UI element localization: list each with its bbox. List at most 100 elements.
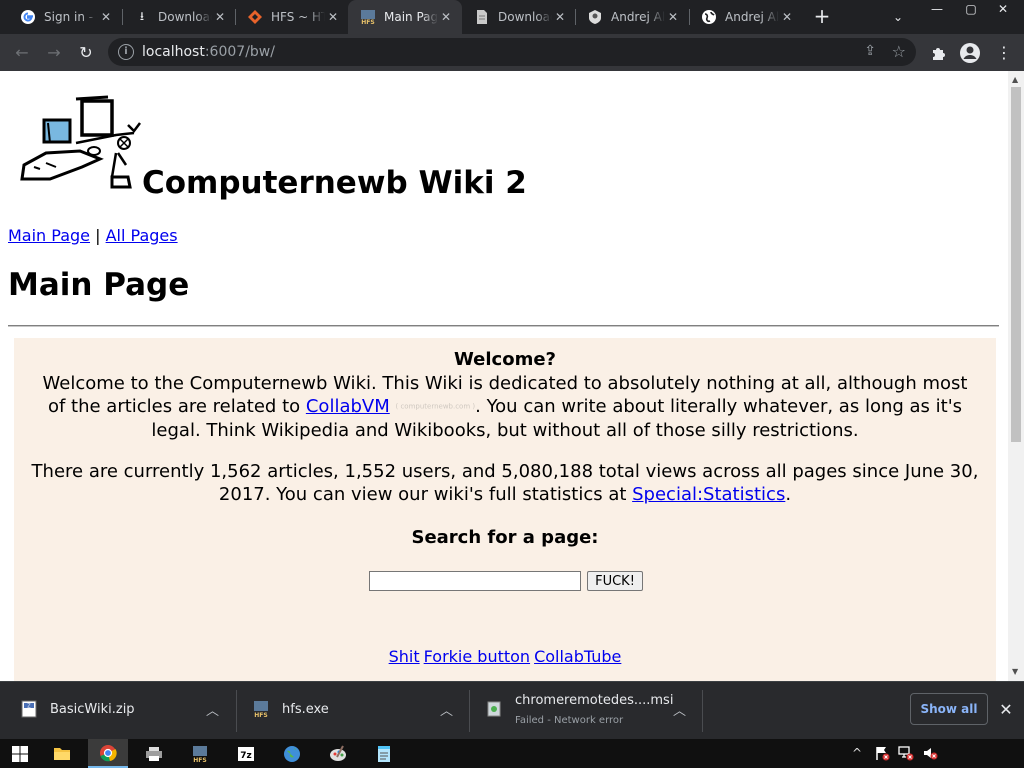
badge-icon xyxy=(587,9,603,25)
share-icon[interactable]: ⇪ xyxy=(864,43,876,59)
svg-text:HFS: HFS xyxy=(254,712,267,718)
start-icon[interactable] xyxy=(0,739,40,768)
tab-title: Andrej Aleksandrov xyxy=(611,10,665,24)
google-icon xyxy=(20,9,36,25)
search-input[interactable] xyxy=(369,571,581,591)
tab-search-icon[interactable]: ⌄ xyxy=(888,7,908,27)
taskbar: HFS 7z ^ xyxy=(0,739,1024,768)
menu-icon[interactable]: ⋮ xyxy=(990,39,1018,67)
paint-icon[interactable] xyxy=(318,739,358,768)
footer-links: Shit Forkie button CollabTube xyxy=(14,645,996,668)
link-collabtube[interactable]: CollabTube xyxy=(534,647,621,666)
tab-sign-in[interactable]: Sign in - Google Accounts ✕ xyxy=(8,0,122,34)
wiki-logo xyxy=(20,95,141,189)
bookmark-star-icon[interactable]: ☆ xyxy=(892,42,906,61)
chevron-up-icon[interactable]: ︿ xyxy=(206,700,219,719)
download-status: Failed - Network error xyxy=(515,715,624,726)
tab-downloads[interactable]: ⭳ Downloads ✕ xyxy=(122,0,236,34)
download-item-hfs[interactable]: HFS hfs.exe ︿ xyxy=(252,682,462,740)
scroll-up-icon[interactable]: ▲ xyxy=(1012,75,1018,84)
forward-button[interactable]: → xyxy=(40,39,68,67)
globe-icon xyxy=(701,9,717,25)
profile-avatar-icon[interactable] xyxy=(956,39,984,67)
close-window-button[interactable]: ✕ xyxy=(986,0,1020,18)
network-icon[interactable] xyxy=(898,745,914,764)
scroll-down-icon[interactable]: ▼ xyxy=(1012,667,1018,676)
tab-title: Sign in - Google Accounts xyxy=(44,10,98,24)
svg-text:HFS: HFS xyxy=(193,757,206,763)
file-explorer-icon[interactable] xyxy=(42,739,82,768)
search-title: Search for a page: xyxy=(411,527,599,548)
globe-icon[interactable] xyxy=(272,739,312,768)
stats-paragraph: There are currently 1,562 articles, 1,55… xyxy=(31,461,979,505)
maximize-button[interactable]: ▢ xyxy=(954,0,988,18)
collabvm-link[interactable]: CollabVM xyxy=(306,396,390,417)
address-url[interactable]: localhost:6007/bw/ xyxy=(142,44,275,60)
printer-icon[interactable] xyxy=(134,739,174,768)
tab-title: Downloads xyxy=(498,10,552,24)
chevron-up-icon[interactable]: ︿ xyxy=(440,700,453,719)
close-icon[interactable]: ✕ xyxy=(779,9,795,25)
close-icon[interactable]: ✕ xyxy=(552,9,568,25)
scrollbar-thumb[interactable] xyxy=(1011,87,1021,442)
tab-strip: Sign in - Google Accounts ✕ ⭳ Downloads … xyxy=(0,0,1024,34)
tab-title: Main Page xyxy=(384,10,438,24)
7zip-icon[interactable]: 7z xyxy=(226,739,266,768)
tab-hfs[interactable]: HFS ~ HTTP File Server ✕ xyxy=(235,0,349,34)
tab-title: Andrej Aleksandrov xyxy=(725,10,779,24)
tab-andrej-2[interactable]: Andrej Aleksandrov ✕ xyxy=(689,0,803,34)
site-info-icon[interactable]: i xyxy=(118,44,134,60)
download-item-chromeremotedesktop[interactable]: chromeremotedes....msi Failed - Network … xyxy=(485,682,695,740)
action-center-flag-icon[interactable] xyxy=(874,745,890,764)
new-tab-button[interactable]: + xyxy=(810,5,834,29)
download-name: BasicWiki.zip xyxy=(50,702,135,717)
welcome-box: Welcome? Welcome to the Computernewb Wik… xyxy=(14,338,996,681)
minimize-button[interactable]: — xyxy=(920,0,954,18)
nav-main-page-link[interactable]: Main Page xyxy=(8,226,90,245)
installer-icon xyxy=(485,700,503,720)
close-icon[interactable]: ✕ xyxy=(325,9,341,25)
download-name: chromeremotedes....msi xyxy=(515,693,674,708)
reload-button[interactable]: ↻ xyxy=(72,39,100,67)
volume-muted-icon[interactable] xyxy=(922,745,938,764)
tab-downloads-2[interactable]: Downloads ✕ xyxy=(462,0,576,34)
extensions-icon[interactable] xyxy=(924,39,952,67)
svg-text:HFS: HFS xyxy=(361,19,374,25)
link-forkie-button[interactable]: Forkie button xyxy=(424,647,530,666)
chevron-up-icon[interactable]: ︿ xyxy=(673,700,686,719)
close-icon[interactable]: ✕ xyxy=(212,9,228,25)
tray-chevron-up-icon[interactable]: ^ xyxy=(852,746,862,760)
tab-andrej-1[interactable]: Andrej Aleksandrov ✕ xyxy=(575,0,689,34)
zip-icon: Z xyxy=(20,700,38,720)
page-scrollbar[interactable]: ▲ ▼ xyxy=(1008,71,1024,681)
close-icon[interactable]: ✕ xyxy=(996,700,1016,720)
nav-all-pages-link[interactable]: All Pages xyxy=(106,226,178,245)
nav-separator: | xyxy=(95,226,101,245)
notepad-icon[interactable] xyxy=(364,739,404,768)
hfs-icon: HFS xyxy=(360,9,376,25)
tab-title: Downloads xyxy=(158,10,212,24)
close-icon[interactable]: ✕ xyxy=(665,9,681,25)
show-all-button[interactable]: Show all xyxy=(910,693,988,725)
collabvm-url-note: ( computernewb.com ) xyxy=(395,402,476,411)
page-viewport: Computernewb Wiki 2 Main Page | All Page… xyxy=(0,71,1008,681)
statistics-link[interactable]: Special:Statistics xyxy=(632,484,785,505)
svg-text:7z: 7z xyxy=(240,751,252,761)
chrome-icon[interactable] xyxy=(88,739,128,768)
welcome-title: Welcome? xyxy=(453,349,557,370)
hfs-icon[interactable]: HFS xyxy=(180,739,220,768)
link-shit[interactable]: Shit xyxy=(389,647,420,666)
close-icon[interactable]: ✕ xyxy=(438,9,454,25)
back-button[interactable]: ← xyxy=(8,39,36,67)
download-item-basicwiki[interactable]: Z BasicWiki.zip ︿ xyxy=(20,682,230,740)
tab-main-page[interactable]: HFS Main Page ✕ xyxy=(348,0,462,34)
welcome-paragraph: Welcome to the Computernewb Wiki. This W… xyxy=(42,373,968,441)
document-icon xyxy=(474,9,490,25)
close-icon[interactable]: ✕ xyxy=(98,9,114,25)
divider xyxy=(8,325,999,327)
svg-text:Z: Z xyxy=(27,704,31,710)
tab-title: HFS ~ HTTP File Server xyxy=(271,10,325,24)
search-button[interactable]: FUCK! xyxy=(587,571,643,591)
address-bar[interactable]: i localhost:6007/bw/ ⇪ ☆ xyxy=(108,38,916,66)
download-icon: ⭳ xyxy=(139,8,145,23)
